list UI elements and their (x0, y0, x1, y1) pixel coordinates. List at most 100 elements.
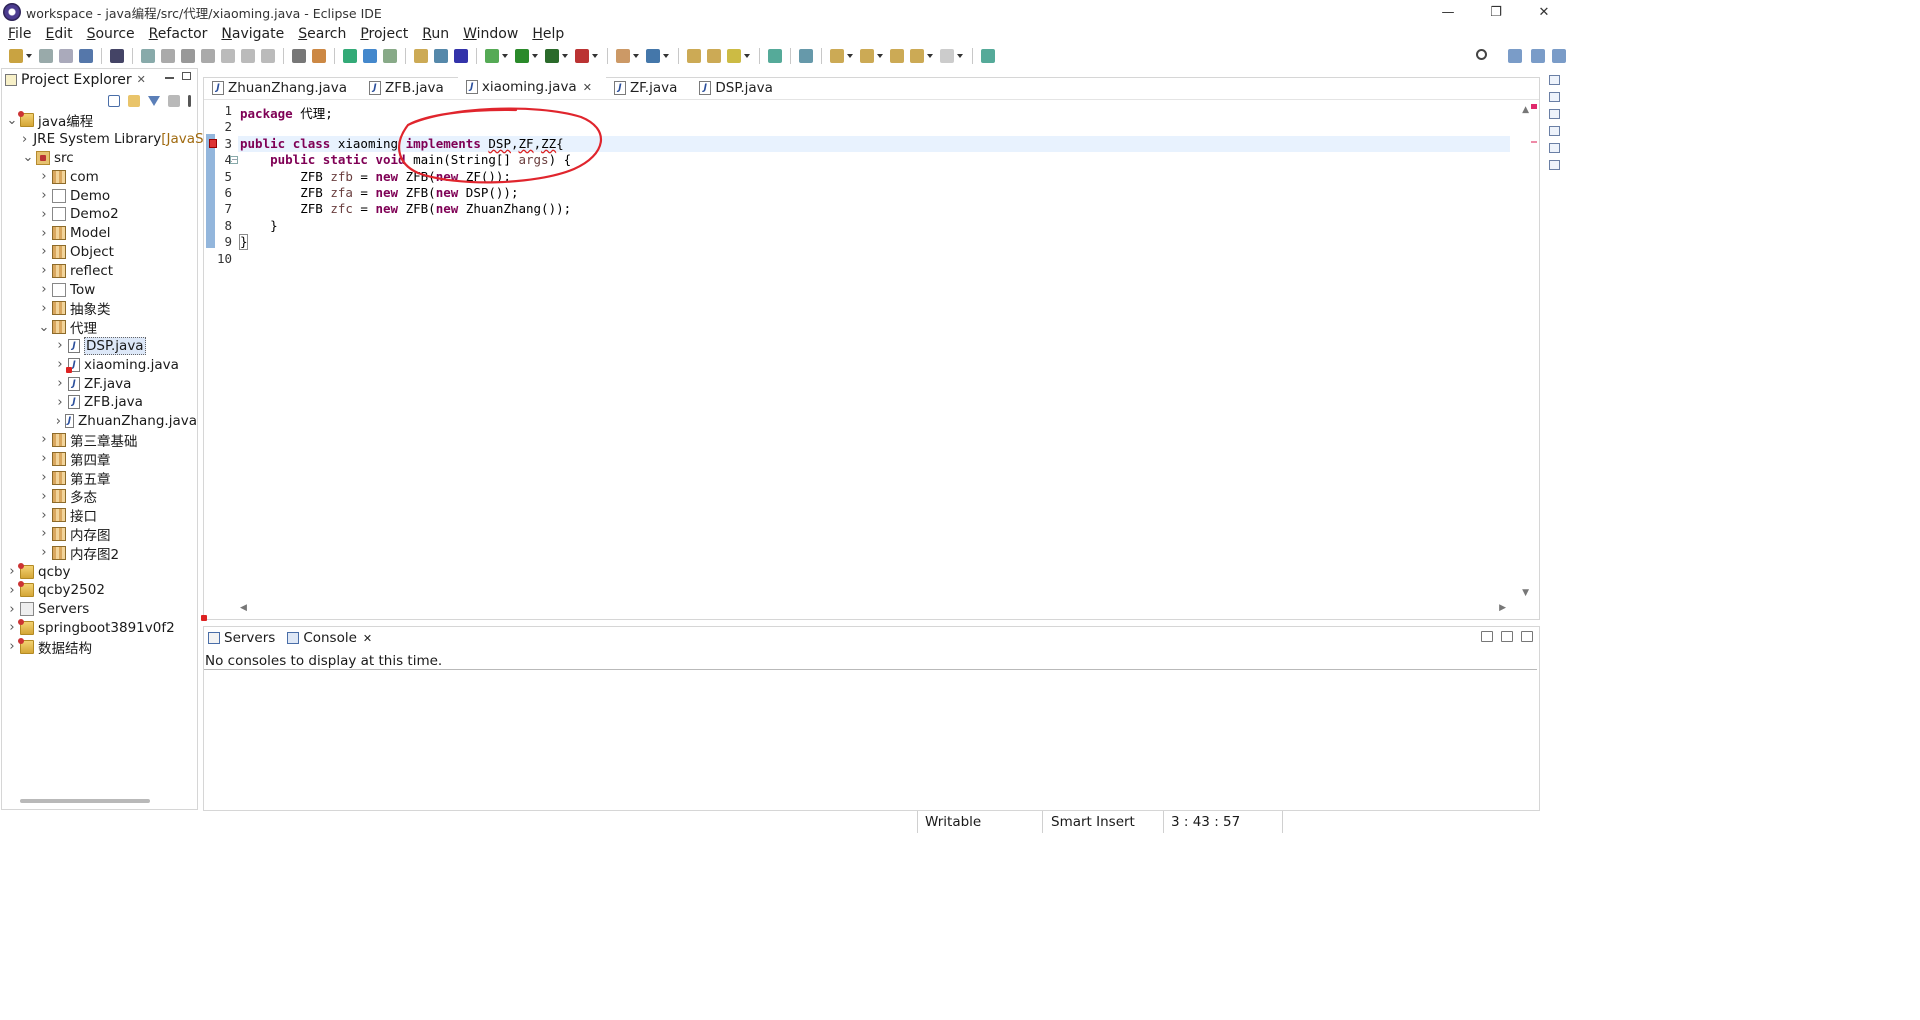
chevron-down-icon[interactable]: ⌄ (38, 320, 50, 335)
dropdown-arrow-icon[interactable] (26, 54, 32, 58)
terminate-icon[interactable] (181, 49, 195, 63)
menu-edit[interactable]: Edit (45, 26, 72, 42)
tree-item[interactable]: › J ZhuanZhang.java (2, 412, 197, 431)
scroll-down-arrow-icon[interactable]: ▼ (1522, 588, 1529, 598)
chevron-right-icon[interactable]: › (38, 207, 50, 222)
nav-next-icon[interactable] (940, 49, 954, 63)
editor-tab[interactable]: Jxiaoming.java ✕ (457, 77, 606, 99)
tree-item[interactable]: › reflect (2, 261, 197, 280)
dropdown-arrow-icon[interactable] (532, 54, 538, 58)
menu-navigate[interactable]: Navigate (221, 26, 284, 42)
dropdown-arrow-icon[interactable] (633, 54, 639, 58)
tree-item[interactable]: ›JRE System Library [JavaSE-1.8] (2, 130, 244, 149)
menu-window[interactable]: Window (463, 26, 518, 42)
chevron-right-icon[interactable]: › (38, 226, 50, 241)
new-icon[interactable] (9, 49, 23, 63)
new-java-project-icon[interactable] (616, 49, 630, 63)
resume-icon[interactable] (141, 49, 155, 63)
chevron-right-icon[interactable]: › (54, 414, 63, 429)
minimize-view-icon[interactable] (165, 77, 174, 79)
chevron-right-icon[interactable]: › (38, 451, 50, 466)
toggle-block-icon[interactable] (434, 49, 448, 63)
task-list-icon[interactable] (1548, 109, 1560, 119)
chevron-down-icon[interactable]: ⌄ (6, 113, 18, 128)
globe-icon[interactable] (768, 49, 782, 63)
tree-item[interactable]: › qcby (2, 562, 197, 581)
menu-search[interactable]: Search (298, 26, 346, 42)
dropdown-arrow-icon[interactable] (502, 54, 508, 58)
chevron-right-icon[interactable]: › (54, 376, 66, 391)
tree-item[interactable]: › Servers (2, 600, 197, 619)
chevron-down-icon[interactable]: ⌄ (22, 150, 34, 165)
horizontal-scrollbar[interactable] (20, 799, 150, 803)
close-tab-icon[interactable]: ✕ (363, 632, 372, 645)
chevron-right-icon[interactable]: › (6, 639, 18, 654)
pin-console-icon[interactable] (1481, 631, 1493, 642)
chevron-right-icon[interactable]: › (38, 169, 50, 184)
open-console-icon[interactable] (1521, 631, 1533, 642)
chevron-right-icon[interactable]: › (22, 132, 27, 147)
chevron-right-icon[interactable]: › (6, 564, 18, 579)
format-icon[interactable] (292, 49, 306, 63)
chevron-right-icon[interactable]: › (6, 620, 18, 635)
chevron-right-icon[interactable]: › (38, 244, 50, 259)
minimize-button[interactable]: — (1424, 0, 1472, 24)
external-tools-icon[interactable] (575, 49, 589, 63)
tree-item[interactable]: › Model (2, 224, 197, 243)
save-icon[interactable] (39, 49, 53, 63)
tree-item[interactable]: › Demo (2, 186, 197, 205)
open-task-icon[interactable] (707, 49, 721, 63)
save-all-icon[interactable] (59, 49, 73, 63)
menu-source[interactable]: Source (87, 26, 135, 42)
menu-help[interactable]: Help (532, 26, 564, 42)
coverage-icon[interactable] (545, 49, 559, 63)
display-console-icon[interactable] (1501, 631, 1513, 642)
error-marker-icon[interactable] (209, 138, 217, 148)
dropdown-arrow-icon[interactable] (744, 54, 750, 58)
scroll-right-arrow-icon[interactable]: ▶ (1499, 603, 1506, 613)
step-over-icon[interactable] (241, 49, 255, 63)
chevron-right-icon[interactable]: › (54, 338, 66, 353)
chevron-right-icon[interactable]: › (38, 432, 50, 447)
tree-item[interactable]: › 接口 (2, 506, 197, 526)
search-icon[interactable] (727, 49, 741, 63)
menu-run[interactable]: Run (422, 26, 449, 42)
bottom-tab-console[interactable]: Console ✕ (283, 630, 380, 646)
annotation-marker-icon[interactable] (1531, 141, 1537, 143)
editor-tab[interactable]: J DSP.java (691, 77, 787, 99)
tree-item[interactable]: › 内存图 (2, 525, 197, 544)
tree-item[interactable]: › 第三章基础 (2, 431, 197, 450)
scroll-left-arrow-icon[interactable]: ◀ (240, 603, 247, 613)
tree-item[interactable]: › Demo2 (2, 205, 197, 224)
menu-refactor[interactable]: Refactor (149, 26, 208, 42)
editor-horizontal-scrollbar[interactable]: ◀ ▶ (240, 603, 1506, 613)
dropdown-arrow-icon[interactable] (592, 54, 598, 58)
project-explorer-title[interactable]: Project Explorer (21, 72, 132, 88)
tree-item[interactable]: › J ZF.java (2, 374, 197, 393)
step-return-icon[interactable] (261, 49, 275, 63)
chevron-right-icon[interactable]: › (38, 545, 50, 560)
debug-icon[interactable] (485, 49, 499, 63)
tree-item[interactable]: › 内存图2 (2, 543, 197, 563)
restore-button[interactable]: ❐ (1472, 0, 1520, 24)
javadoc-view-icon[interactable] (1548, 143, 1560, 153)
view-menu-icon[interactable] (188, 95, 191, 107)
chevron-right-icon[interactable]: › (38, 470, 50, 485)
restore-view-icon[interactable] (1548, 75, 1560, 85)
dropdown-arrow-icon[interactable] (663, 54, 669, 58)
bottom-tab-servers[interactable]: Servers (204, 630, 283, 646)
debug-perspective-icon[interactable] (1552, 49, 1566, 63)
collapse-all-icon[interactable] (108, 95, 120, 107)
menu-project[interactable]: Project (360, 26, 408, 42)
fold-collapse-icon[interactable]: − (230, 156, 238, 165)
dropdown-arrow-icon[interactable] (957, 54, 963, 58)
tree-item[interactable]: › J ZFB.java (2, 393, 197, 412)
chevron-right-icon[interactable]: › (38, 282, 50, 297)
tree-item[interactable]: › com (2, 167, 197, 186)
run-icon[interactable] (515, 49, 529, 63)
chevron-right-icon[interactable]: › (38, 508, 50, 523)
prev-annotation-icon[interactable] (860, 49, 874, 63)
dropdown-arrow-icon[interactable] (927, 54, 933, 58)
back-icon[interactable] (890, 49, 904, 63)
tree-item[interactable]: › springboot3891v0f2 (2, 618, 197, 638)
